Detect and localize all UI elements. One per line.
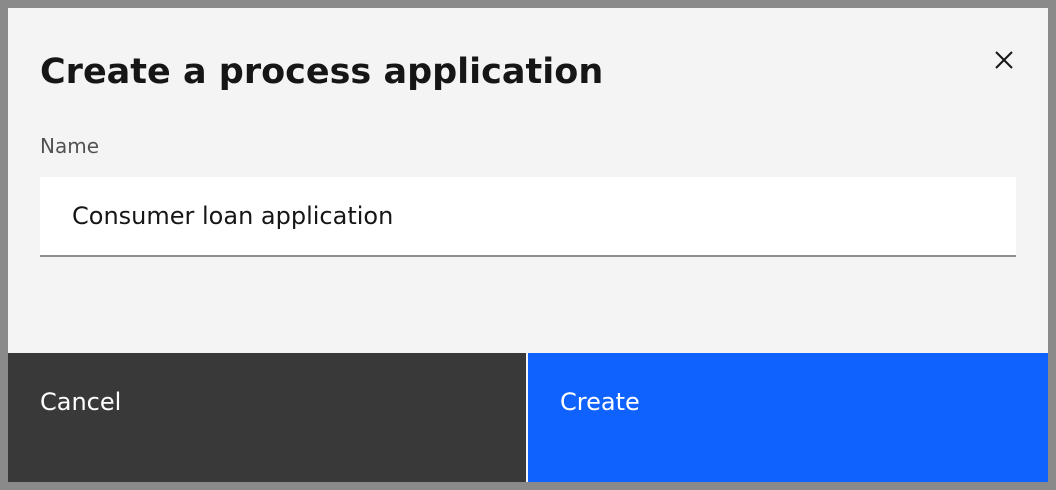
- create-button[interactable]: Create: [528, 353, 1048, 482]
- name-field-label: Name: [40, 134, 100, 158]
- close-icon: [995, 51, 1013, 69]
- modal-header: Create a process application: [40, 52, 968, 92]
- modal-title: Create a process application: [40, 52, 604, 92]
- name-input[interactable]: [40, 177, 1016, 257]
- modal-footer: Cancel Create: [8, 353, 1048, 482]
- cancel-button[interactable]: Cancel: [8, 353, 526, 482]
- create-process-app-modal: Create a process application Name Cancel…: [8, 8, 1048, 482]
- close-button[interactable]: [980, 36, 1028, 84]
